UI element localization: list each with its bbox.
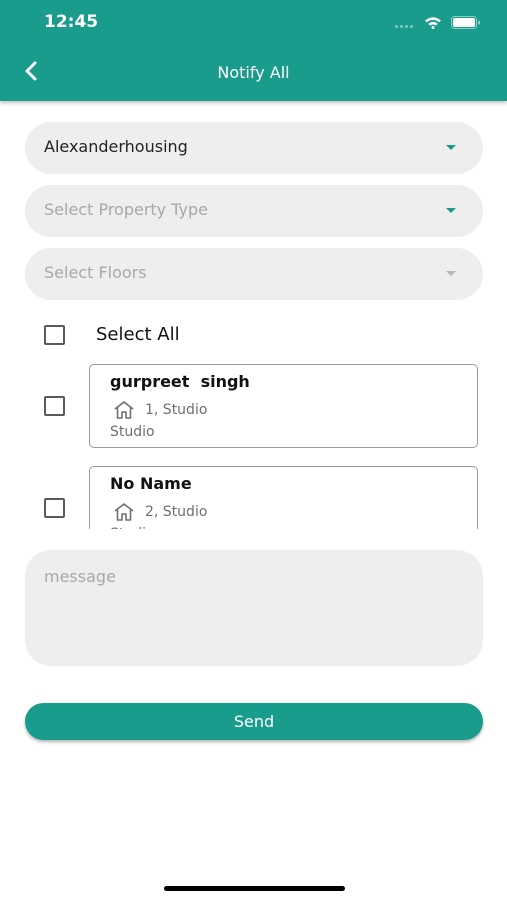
property-type-placeholder: Select Property Type [44,200,208,219]
caret-down-icon [446,145,456,150]
home-indicator [164,886,345,891]
select-all-checkbox[interactable] [44,325,65,345]
resident-card[interactable]: gurpreet singh 1, Studio Studio [89,364,478,448]
resident-card[interactable]: No Name 2, Studio Studio [89,466,478,529]
resident-unit: 1, Studio [145,402,208,418]
battery-icon [451,14,481,33]
floors-dropdown[interactable]: Select Floors [25,248,483,300]
resident-property-type: Studio [110,526,155,529]
app-header: 12:45 Notify All [0,0,507,101]
home-icon [113,502,135,522]
status-icons [395,14,481,33]
caret-down-icon [446,208,456,213]
resident-unit: 2, Studio [145,504,208,520]
resident-checkbox[interactable] [44,498,65,518]
message-placeholder: message [44,567,116,586]
property-dropdown-value: Alexanderhousing [44,137,188,156]
select-all-label: Select All [96,324,180,345]
resident-name: No Name [110,474,192,493]
message-input[interactable]: message [25,550,483,666]
property-dropdown[interactable]: Alexanderhousing [25,122,483,174]
home-icon [113,400,135,420]
page-title: Notify All [217,63,290,82]
resident-name: gurpreet singh [110,372,250,391]
property-type-dropdown[interactable]: Select Property Type [25,185,483,237]
resident-checkbox[interactable] [44,396,65,416]
status-time: 12:45 [44,12,99,32]
resident-property-type: Studio [110,424,155,440]
caret-down-icon [446,271,456,276]
resident-list[interactable]: gurpreet singh 1, Studio Studio No Name … [0,355,507,529]
cellular-signal-icon [395,19,415,29]
floors-placeholder: Select Floors [44,263,147,282]
send-button[interactable]: Send [25,703,483,740]
wifi-icon [424,14,442,33]
